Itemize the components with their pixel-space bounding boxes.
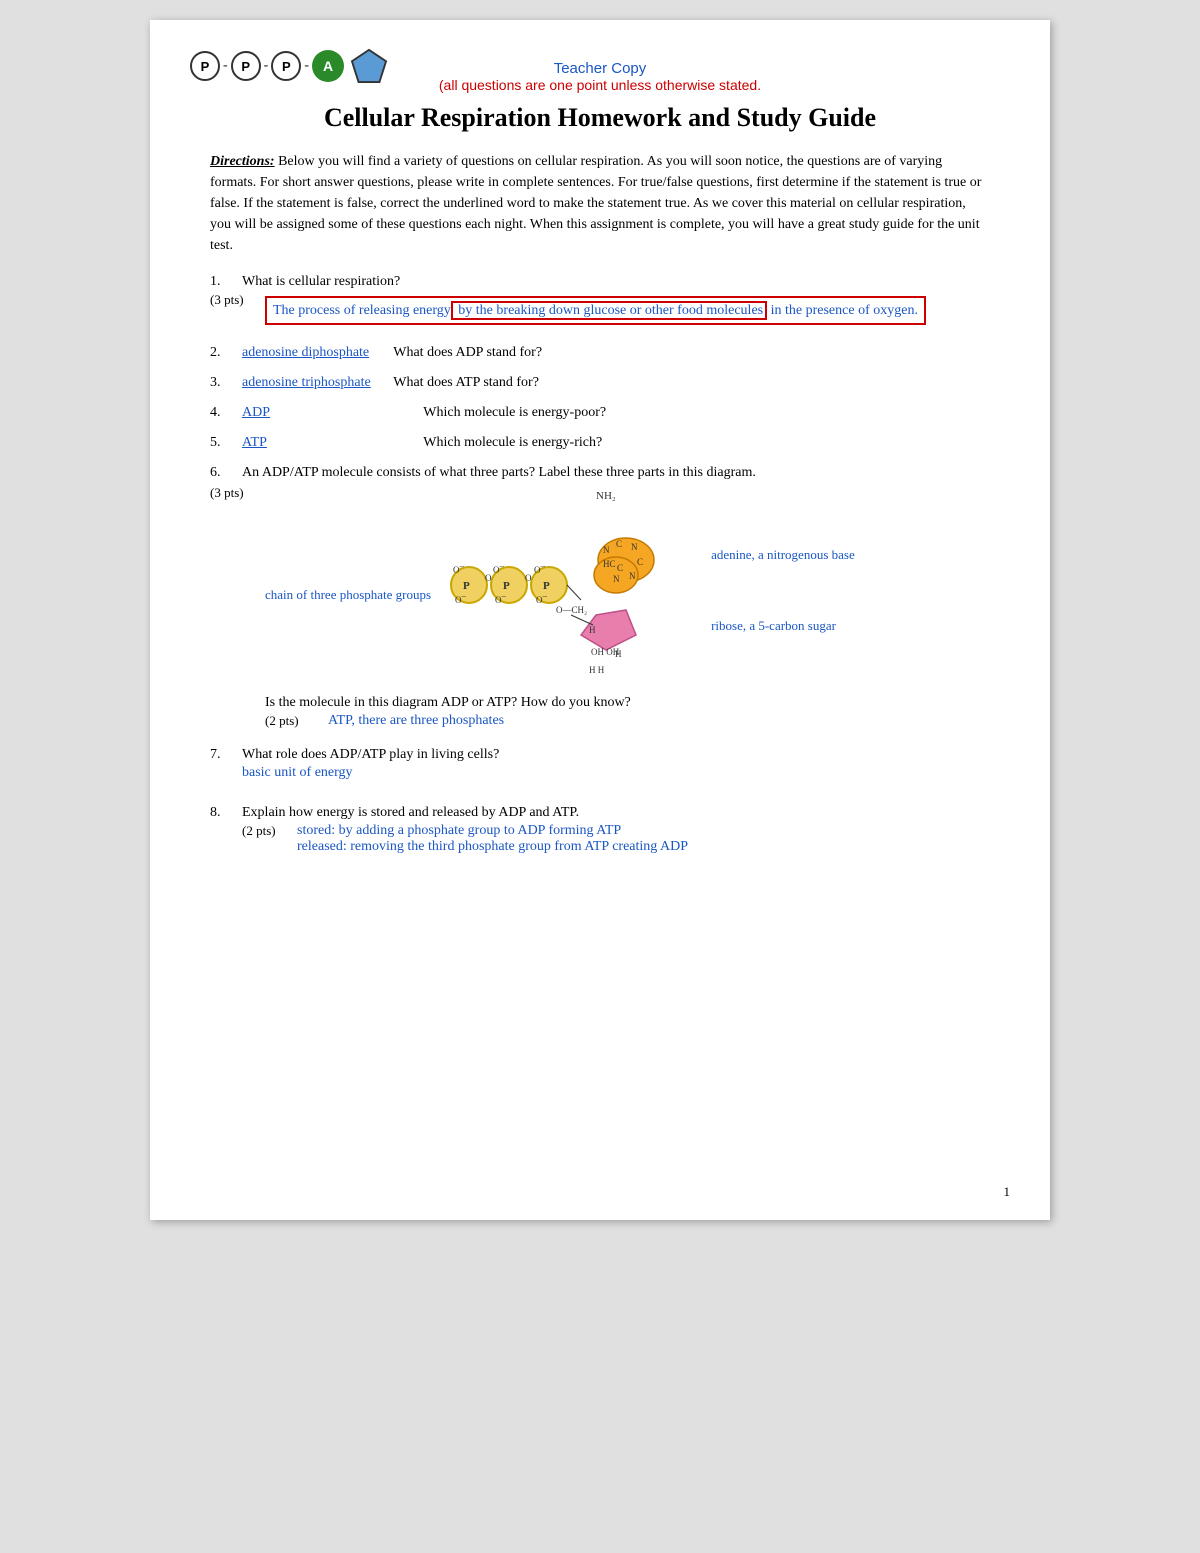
diagram-label-ribose: ribose, a 5-carbon sugar — [711, 618, 855, 634]
logo-pentagon-icon — [350, 48, 388, 84]
question-4: 4. ADP Which molecule is energy-poor? — [210, 405, 990, 421]
q6-sub-text: Is the molecule in this diagram ADP or A… — [265, 695, 631, 710]
q4-num: 4. — [210, 405, 242, 421]
svg-text:N: N — [631, 542, 638, 552]
logo-a: A — [312, 50, 344, 82]
directions-block: Directions: Below you will find a variet… — [210, 151, 990, 256]
q6-pts: (3 pts) — [210, 485, 265, 501]
q4-text: Which molecule is energy-poor? — [423, 405, 606, 420]
q7-num: 7. — [210, 747, 242, 763]
question-5: 5. ATP Which molecule is energy-rich? — [210, 435, 990, 451]
svg-text:O—CH₂: O—CH₂ — [556, 605, 587, 615]
q1-answer: The process of releasing energy by the b… — [265, 296, 926, 325]
q8-pts: (2 pts) — [242, 823, 297, 839]
q3-num: 3. — [210, 375, 242, 391]
q4-answer: ADP — [242, 405, 412, 421]
directions-label: Directions: — [210, 154, 275, 169]
q6-text: An ADP/ATP molecule consists of what thr… — [242, 465, 756, 481]
logo-p2: P — [231, 51, 261, 81]
svg-text:N: N — [613, 574, 620, 584]
svg-text:P: P — [543, 580, 550, 592]
q7-text: What role does ADP/ATP play in living ce… — [242, 747, 499, 763]
q1-num: 1. — [210, 274, 242, 290]
q8-text: Explain how energy is stored and release… — [242, 805, 579, 821]
q5-text: Which molecule is energy-rich? — [423, 435, 602, 450]
svg-text:O¯: O¯ — [536, 595, 547, 605]
svg-text:O¯: O¯ — [453, 565, 464, 575]
q8-num: 8. — [210, 805, 242, 821]
q6-num: 6. — [210, 465, 242, 481]
atp-diagram: NH₂ N C N C HC C N — [441, 485, 701, 685]
logo-circles: P - P - P - A — [190, 50, 344, 82]
directions-text: Below you will find a variety of questio… — [210, 154, 981, 253]
question-6: 6. An ADP/ATP molecule consists of what … — [210, 465, 990, 729]
q7-answer: basic unit of energy — [242, 765, 353, 780]
q2-answer: adenosine diphosphate — [242, 345, 382, 361]
svg-text:C: C — [616, 539, 622, 549]
svg-text:NH₂: NH₂ — [596, 490, 616, 502]
svg-text:OH OH: OH OH — [591, 647, 620, 657]
q6-sub-pts: (2 pts) — [265, 713, 320, 729]
question-1: 1. What is cellular respiration? (3 pts)… — [210, 274, 990, 325]
q1-text: What is cellular respiration? — [242, 274, 400, 290]
question-2: 2. adenosine diphosphate What does ADP s… — [210, 345, 990, 361]
q3-answer: adenosine triphosphate — [242, 375, 382, 391]
logo: P - P - P - A — [190, 48, 388, 84]
question-3: 3. adenosine triphosphate What does ATP … — [210, 375, 990, 391]
q3-text: What does ATP stand for? — [393, 375, 539, 390]
page: P - P - P - A Teacher Copy (all question… — [150, 20, 1050, 1220]
svg-text:P: P — [463, 580, 470, 592]
logo-p1: P — [190, 51, 220, 81]
q6-sub-answer: ATP, there are three phosphates — [328, 713, 504, 729]
svg-text:O: O — [525, 573, 532, 583]
q2-num: 2. — [210, 345, 242, 361]
page-title: Cellular Respiration Homework and Study … — [210, 103, 990, 133]
q6-sub: Is the molecule in this diagram ADP or A… — [265, 695, 990, 729]
question-8: 8. Explain how energy is stored and rele… — [210, 805, 990, 855]
q6-diagram-area: chain of three phosphate groups NH₂ N — [265, 485, 990, 729]
svg-text:O¯: O¯ — [493, 565, 504, 575]
logo-p3: P — [271, 51, 301, 81]
diagram-label-phosphate: chain of three phosphate groups — [265, 587, 431, 603]
svg-text:H H: H H — [589, 665, 605, 675]
q1-pts: (3 pts) — [210, 292, 265, 308]
svg-text:C: C — [637, 557, 643, 567]
svg-text:N: N — [629, 571, 636, 581]
q8-answer-line1: stored: by adding a phosphate group to A… — [297, 823, 688, 839]
svg-text:HC: HC — [603, 559, 616, 569]
q8-answer: stored: by adding a phosphate group to A… — [297, 823, 688, 855]
q5-answer: ATP — [242, 435, 412, 451]
svg-text:C: C — [617, 563, 623, 573]
svg-text:H: H — [589, 625, 596, 635]
q5-num: 5. — [210, 435, 242, 451]
svg-text:N: N — [603, 545, 610, 555]
svg-text:O¯: O¯ — [495, 595, 506, 605]
q8-answer-line2: released: removing the third phosphate g… — [297, 839, 688, 855]
svg-text:O¯: O¯ — [455, 595, 466, 605]
page-number: 1 — [1004, 1184, 1011, 1200]
question-7: 7. What role does ADP/ATP play in living… — [210, 747, 990, 781]
diagram-label-adenine: adenine, a nitrogenous base — [711, 547, 855, 563]
questions-section: 1. What is cellular respiration? (3 pts)… — [210, 274, 990, 855]
svg-text:O¯: O¯ — [534, 565, 545, 575]
q2-text: What does ADP stand for? — [393, 345, 542, 360]
svg-text:O: O — [485, 573, 492, 583]
svg-text:P: P — [503, 580, 510, 592]
